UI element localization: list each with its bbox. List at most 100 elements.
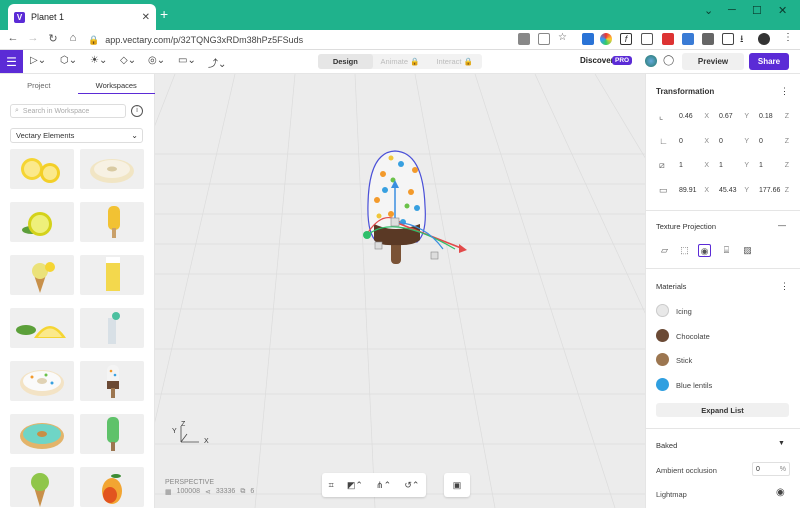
section-icon[interactable]: ◩⌃	[347, 480, 363, 491]
asset-popsicle-sprinkles[interactable]	[80, 361, 144, 401]
baked-dropdown-icon[interactable]: ▼	[778, 440, 785, 447]
tab-project[interactable]: Project	[0, 78, 78, 94]
asset-mango[interactable]	[80, 467, 144, 507]
focus-icon[interactable]: ⌗	[329, 480, 334, 491]
asset-cocktail-glass[interactable]	[80, 308, 144, 348]
reload-icon[interactable]: ↻	[46, 32, 60, 45]
download-icon[interactable]: ⭳	[740, 32, 744, 49]
extension-red-icon[interactable]	[662, 33, 674, 45]
asset-icecream-cone-lemon[interactable]	[10, 255, 74, 295]
rotate-view-icon[interactable]: ↺⌃	[404, 480, 419, 491]
material-swatch-blue-lentils[interactable]	[656, 378, 669, 391]
extension-icon[interactable]	[641, 33, 653, 45]
asset-popsicle-green[interactable]	[80, 414, 144, 454]
asset-popsicle-yellow[interactable]	[80, 202, 144, 242]
browser-menu-icon[interactable]: ⋮	[783, 32, 793, 43]
expand-list-button[interactable]: Expand List	[656, 403, 789, 417]
material-swatch-chocolate[interactable]	[656, 329, 669, 342]
tab-animate[interactable]: Animate 🔒	[373, 54, 428, 69]
close-window-button[interactable]: ✕	[778, 4, 787, 17]
planar-projection-icon[interactable]: ▱	[658, 244, 671, 257]
box-projection-icon[interactable]: ⬚	[678, 244, 691, 257]
modifier-icon[interactable]: ◇⌄	[120, 55, 136, 66]
back-icon[interactable]: ←	[6, 32, 20, 44]
asset-lemon-half[interactable]	[10, 202, 74, 242]
scale-y-field[interactable]: 1Y	[716, 158, 752, 172]
asset-lemon-slices[interactable]	[10, 149, 74, 189]
cylinder-projection-icon[interactable]: ⌸	[720, 244, 733, 257]
render-image-button[interactable]: ▣	[444, 473, 470, 497]
url-field[interactable]: 🔒 app.vectary.com/p/32TQNG3xRDm38hPz5FSu…	[88, 33, 508, 47]
material-chocolate[interactable]: Chocolate	[676, 332, 710, 341]
rotation-z-field[interactable]: 0Z	[756, 134, 792, 148]
maximize-button[interactable]: ☐	[752, 4, 762, 17]
translate-icon[interactable]	[518, 33, 530, 45]
ambient-occlusion-input[interactable]: 0%	[752, 462, 790, 476]
transformation-menu-icon[interactable]: ⋮	[780, 86, 789, 97]
3d-viewport[interactable]	[155, 74, 645, 508]
browser-tab[interactable]: V Planet 1 ✕	[8, 4, 156, 30]
preview-button[interactable]: Preview	[682, 53, 744, 70]
tab-close-icon[interactable]: ✕	[142, 12, 150, 23]
tab-interact[interactable]: Interact 🔒	[427, 54, 482, 69]
snapping-icon[interactable]: ⋔⌃	[376, 480, 391, 491]
materials-menu-icon[interactable]: ⋮	[780, 281, 789, 292]
size-x-field[interactable]: 89.91 X	[676, 183, 712, 197]
formula-icon[interactable]: f	[620, 33, 632, 45]
uv-projection-icon[interactable]: ▨	[741, 244, 754, 257]
bookmark-star-icon[interactable]: ☆	[558, 32, 567, 43]
rotation-x-field[interactable]: 0X	[676, 134, 712, 148]
material-swatch-stick[interactable]	[656, 353, 669, 366]
asset-donut-mint[interactable]	[10, 414, 74, 454]
comment-icon[interactable]: ◯	[663, 55, 674, 66]
info-icon[interactable]: i	[131, 105, 143, 117]
size-z-field[interactable]: 177.66 Z	[756, 183, 792, 197]
user-avatar[interactable]	[645, 55, 657, 67]
asset-donut-lemon[interactable]	[80, 149, 144, 189]
forward-icon[interactable]: →	[26, 32, 40, 44]
new-tab-button[interactable]: +	[160, 7, 168, 21]
position-y-field[interactable]: 0.67 Y	[716, 109, 752, 123]
main-menu-button[interactable]: ☰	[0, 50, 23, 73]
material-stick[interactable]: Stick	[676, 356, 692, 365]
media-icon[interactable]	[722, 33, 734, 45]
library-select[interactable]: Vectary Elements ⌄	[10, 128, 143, 143]
material-blue-lentils[interactable]: Blue lentils	[676, 381, 712, 390]
light-icon[interactable]: ☀⌄	[90, 55, 107, 66]
asset-juice-carton[interactable]	[80, 255, 144, 295]
material-icing[interactable]: Icing	[676, 307, 692, 316]
extension-doc-icon[interactable]	[682, 33, 694, 45]
view-mode-label[interactable]: PERSPECTIVE	[165, 479, 214, 486]
scale-x-field[interactable]: 1X	[676, 158, 712, 172]
share-page-icon[interactable]	[538, 33, 550, 45]
position-z-field[interactable]: 0.18 Z	[756, 109, 792, 123]
home-icon[interactable]: ⌂	[66, 32, 80, 44]
profile-avatar[interactable]	[758, 33, 770, 45]
folder-icon[interactable]: ▭⌄	[178, 55, 196, 66]
minimize-button[interactable]: ─	[728, 4, 736, 16]
asset-donut-sprinkles[interactable]	[10, 361, 74, 401]
select-tool-icon[interactable]: ▷⌄	[30, 55, 46, 66]
eye-icon[interactable]: ◉	[776, 487, 785, 498]
workspace-search-input[interactable]: ⌕ Search in Workspace	[10, 104, 126, 118]
tab-workspaces[interactable]: Workspaces	[77, 78, 155, 94]
share-button[interactable]: Share	[749, 53, 789, 70]
tab-search-icon[interactable]: ⌄	[704, 4, 713, 17]
extension-s-icon[interactable]	[582, 33, 594, 45]
collapse-icon[interactable]: —	[778, 221, 786, 230]
size-y-field[interactable]: 45.43 Y	[716, 183, 752, 197]
material-icon[interactable]: ◎⌄	[148, 55, 165, 66]
asset-lemon-wedges[interactable]	[10, 308, 74, 348]
asset-icecream-cone-green[interactable]	[10, 467, 74, 507]
color-picker-icon[interactable]	[600, 33, 612, 45]
discover-link[interactable]: Discover	[580, 56, 614, 65]
tab-design[interactable]: Design	[318, 54, 373, 69]
position-x-field[interactable]: 0.46 X	[676, 109, 712, 123]
sphere-projection-icon[interactable]: ◉	[698, 244, 711, 257]
path-tool-icon[interactable]: ⤴⌄	[208, 55, 226, 70]
scale-z-field[interactable]: 1Z	[756, 158, 792, 172]
rotation-y-field[interactable]: 0Y	[716, 134, 752, 148]
material-swatch-icing[interactable]	[656, 304, 669, 317]
puzzle-icon[interactable]	[702, 33, 714, 45]
add-object-icon[interactable]: ⬡⌄	[60, 55, 77, 66]
